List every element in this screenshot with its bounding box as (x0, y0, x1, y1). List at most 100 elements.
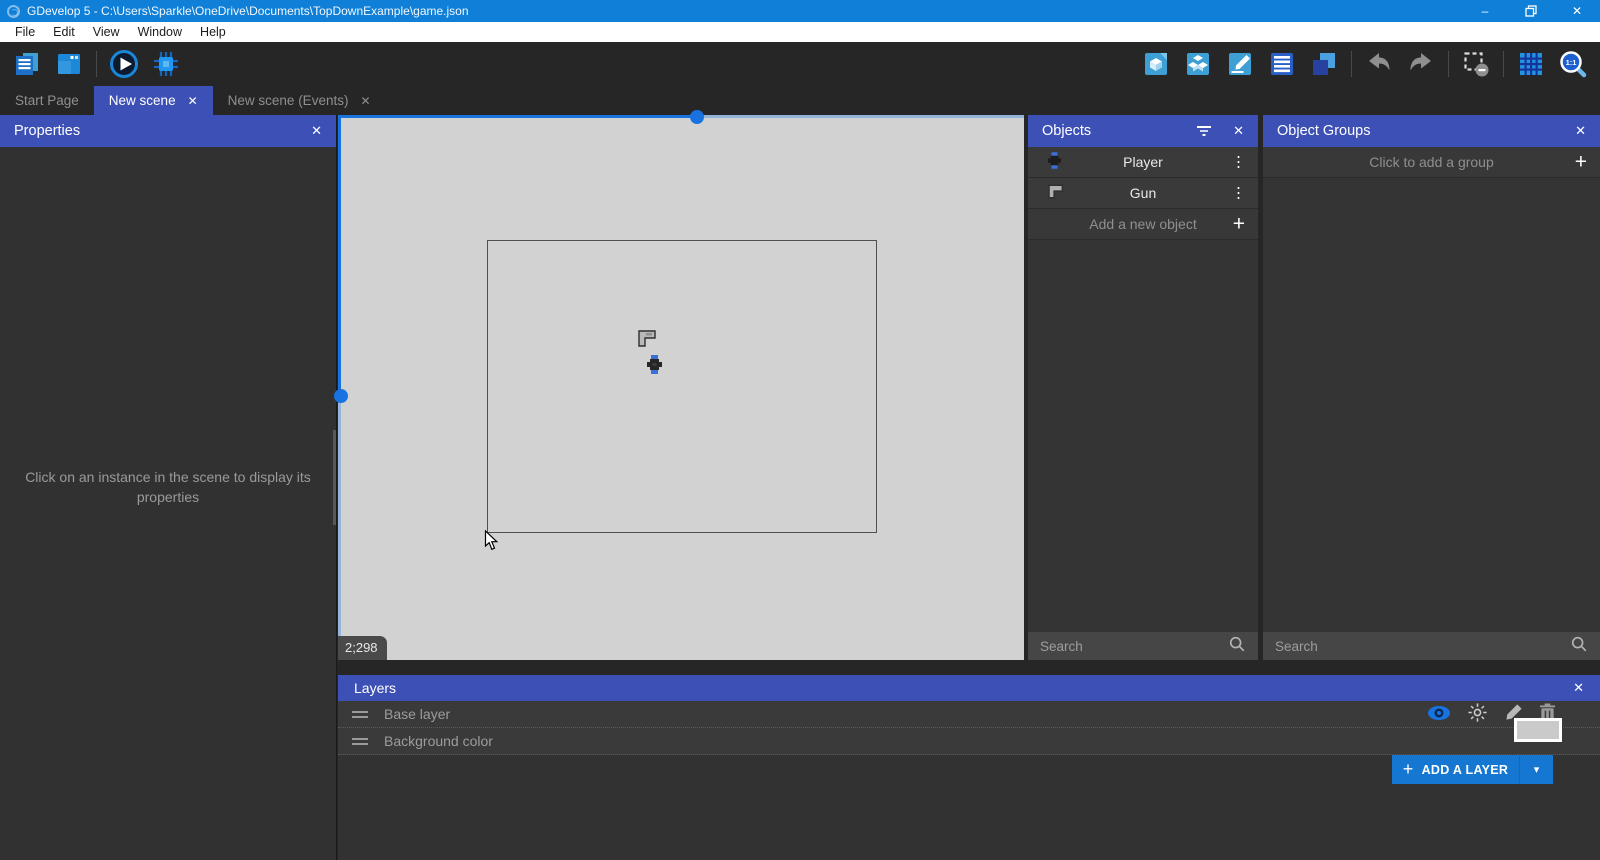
toolbar-right-group: 1:1 (1141, 49, 1588, 79)
layer-effects-icon[interactable] (1467, 702, 1488, 726)
chevron-down-icon: ▾ (1533, 764, 1540, 776)
game-window-outline (487, 240, 877, 533)
instances-list-icon[interactable] (1267, 49, 1297, 79)
layers-panel-icon[interactable] (1309, 49, 1339, 79)
tab-label: New scene (Events) (227, 93, 349, 108)
object-row-player[interactable]: Player ⋮ (1028, 147, 1258, 178)
object-groups-panel-icon[interactable] (1183, 49, 1213, 79)
player-object-icon (1048, 152, 1061, 172)
close-panel-icon[interactable]: ✕ (1575, 123, 1586, 139)
object-groups-search-input[interactable] (1275, 638, 1570, 654)
tab-label: Start Page (15, 93, 79, 108)
mouse-cursor-icon (484, 529, 499, 556)
object-groups-panel-header: Object Groups ✕ (1263, 115, 1600, 147)
horizontal-scrollbar-track[interactable] (338, 115, 690, 118)
close-button[interactable]: ✕ (1554, 0, 1600, 22)
properties-panel-icon[interactable] (1225, 49, 1255, 79)
horizontal-scrollbar-thumb[interactable] (690, 110, 704, 124)
add-object-label: Add a new object (1089, 216, 1197, 232)
horizontal-scrollbar-track[interactable] (690, 115, 1024, 118)
objects-panel-title: Objects (1042, 123, 1092, 139)
toolbar-separator (1448, 51, 1449, 77)
object-name: Gun (1129, 185, 1157, 201)
properties-panel: Properties ✕ Click on an instance in the… (0, 115, 337, 860)
debug-icon[interactable] (151, 49, 181, 79)
window-title: GDevelop 5 - C:\Users\Sparkle\OneDrive\D… (27, 4, 469, 18)
add-layer-dropdown[interactable]: ▾ (1519, 755, 1553, 784)
menubar: File Edit View Window Help (0, 22, 1600, 42)
toolbar-separator (1351, 51, 1352, 77)
add-layer-label: ADD A LAYER (1421, 762, 1509, 777)
redo-icon[interactable] (1406, 49, 1436, 79)
tabbar: Start Page New scene ✕ New scene (Events… (0, 86, 1600, 115)
layer-name: Base layer (384, 706, 451, 722)
menu-file[interactable]: File (6, 22, 44, 42)
objects-panel-icon[interactable] (1141, 49, 1171, 79)
layer-name: Background color (384, 733, 493, 749)
menu-help[interactable]: Help (191, 22, 235, 42)
menu-view[interactable]: View (84, 22, 129, 42)
add-layer-button-main[interactable]: + ADD A LAYER (1392, 755, 1519, 784)
add-group-button[interactable]: Click to add a group + (1263, 147, 1600, 178)
properties-panel-title: Properties (14, 123, 81, 139)
vertical-scrollbar-track[interactable] (338, 390, 341, 660)
toolbar-separator (96, 51, 97, 77)
scene-editor-canvas[interactable]: 2;298 (334, 110, 1024, 660)
gdevelop-logo-icon (7, 4, 20, 18)
close-panel-icon[interactable]: ✕ (1233, 123, 1244, 139)
plus-icon: + (1402, 759, 1414, 779)
tab-new-scene[interactable]: New scene ✕ (93, 86, 213, 115)
drag-handle-icon[interactable] (352, 737, 368, 745)
deselect-icon[interactable] (1461, 49, 1491, 79)
window-controls: – ✕ (1462, 0, 1600, 22)
layers-panel-header: Layers ✕ (338, 675, 1600, 701)
layer-row-base-layer[interactable]: Base layer (338, 701, 1600, 728)
search-icon (1228, 635, 1246, 658)
filter-icon[interactable] (1195, 124, 1213, 138)
tab-close-icon[interactable]: ✕ (188, 94, 198, 108)
tab-new-scene-events[interactable]: New scene (Events) ✕ (213, 86, 386, 115)
objects-search-bar (1028, 632, 1258, 660)
layers-panel-top-strip (338, 661, 1600, 675)
toolbar-separator (1503, 51, 1504, 77)
zoom-1-1-icon[interactable]: 1:1 (1558, 49, 1588, 79)
events-sheet-icon[interactable] (12, 49, 42, 79)
menu-edit[interactable]: Edit (44, 22, 84, 42)
object-row-gun[interactable]: Gun ⋮ (1028, 178, 1258, 209)
gun-object-icon (1048, 184, 1065, 202)
svg-text:1:1: 1:1 (1566, 58, 1577, 67)
restore-button[interactable] (1508, 0, 1554, 22)
add-group-label: Click to add a group (1369, 154, 1494, 170)
scene-window-icon[interactable] (54, 49, 84, 79)
vertical-scrollbar-thumb[interactable] (334, 389, 348, 403)
menu-window[interactable]: Window (129, 22, 191, 42)
layers-list: Base layer Background color (338, 701, 1600, 755)
tab-start-page[interactable]: Start Page (0, 86, 94, 115)
layer-visibility-eye-icon[interactable] (1427, 705, 1451, 724)
play-preview-icon[interactable] (109, 49, 139, 79)
drag-handle-icon[interactable] (352, 710, 368, 718)
object-groups-panel-title: Object Groups (1277, 123, 1371, 139)
object-menu-kebab-icon[interactable]: ⋮ (1231, 186, 1246, 201)
layer-row-background-color[interactable]: Background color (338, 728, 1600, 755)
close-icon: ✕ (1571, 4, 1583, 18)
close-panel-icon[interactable]: ✕ (311, 123, 322, 139)
tab-close-icon[interactable]: ✕ (360, 94, 370, 108)
background-color-swatch[interactable] (1514, 718, 1562, 742)
objects-search-input[interactable] (1040, 638, 1228, 654)
plus-icon: + (1232, 212, 1245, 236)
gun-instance[interactable] (638, 330, 658, 352)
player-instance[interactable] (647, 355, 662, 379)
properties-empty-message: Click on an instance in the scene to dis… (25, 469, 311, 506)
objects-panel-header: Objects ✕ (1028, 115, 1258, 147)
properties-scrollbar[interactable] (333, 430, 336, 525)
minimize-button[interactable]: – (1462, 0, 1508, 22)
object-menu-kebab-icon[interactable]: ⋮ (1231, 155, 1246, 170)
undo-icon[interactable] (1364, 49, 1394, 79)
grid-icon[interactable] (1516, 49, 1546, 79)
background-color-value (1517, 721, 1559, 739)
close-panel-icon[interactable]: ✕ (1573, 680, 1584, 696)
add-new-object-button[interactable]: Add a new object + (1028, 209, 1258, 240)
add-layer-button[interactable]: + ADD A LAYER ▾ (1392, 755, 1553, 784)
vertical-scrollbar-track[interactable] (338, 115, 341, 390)
